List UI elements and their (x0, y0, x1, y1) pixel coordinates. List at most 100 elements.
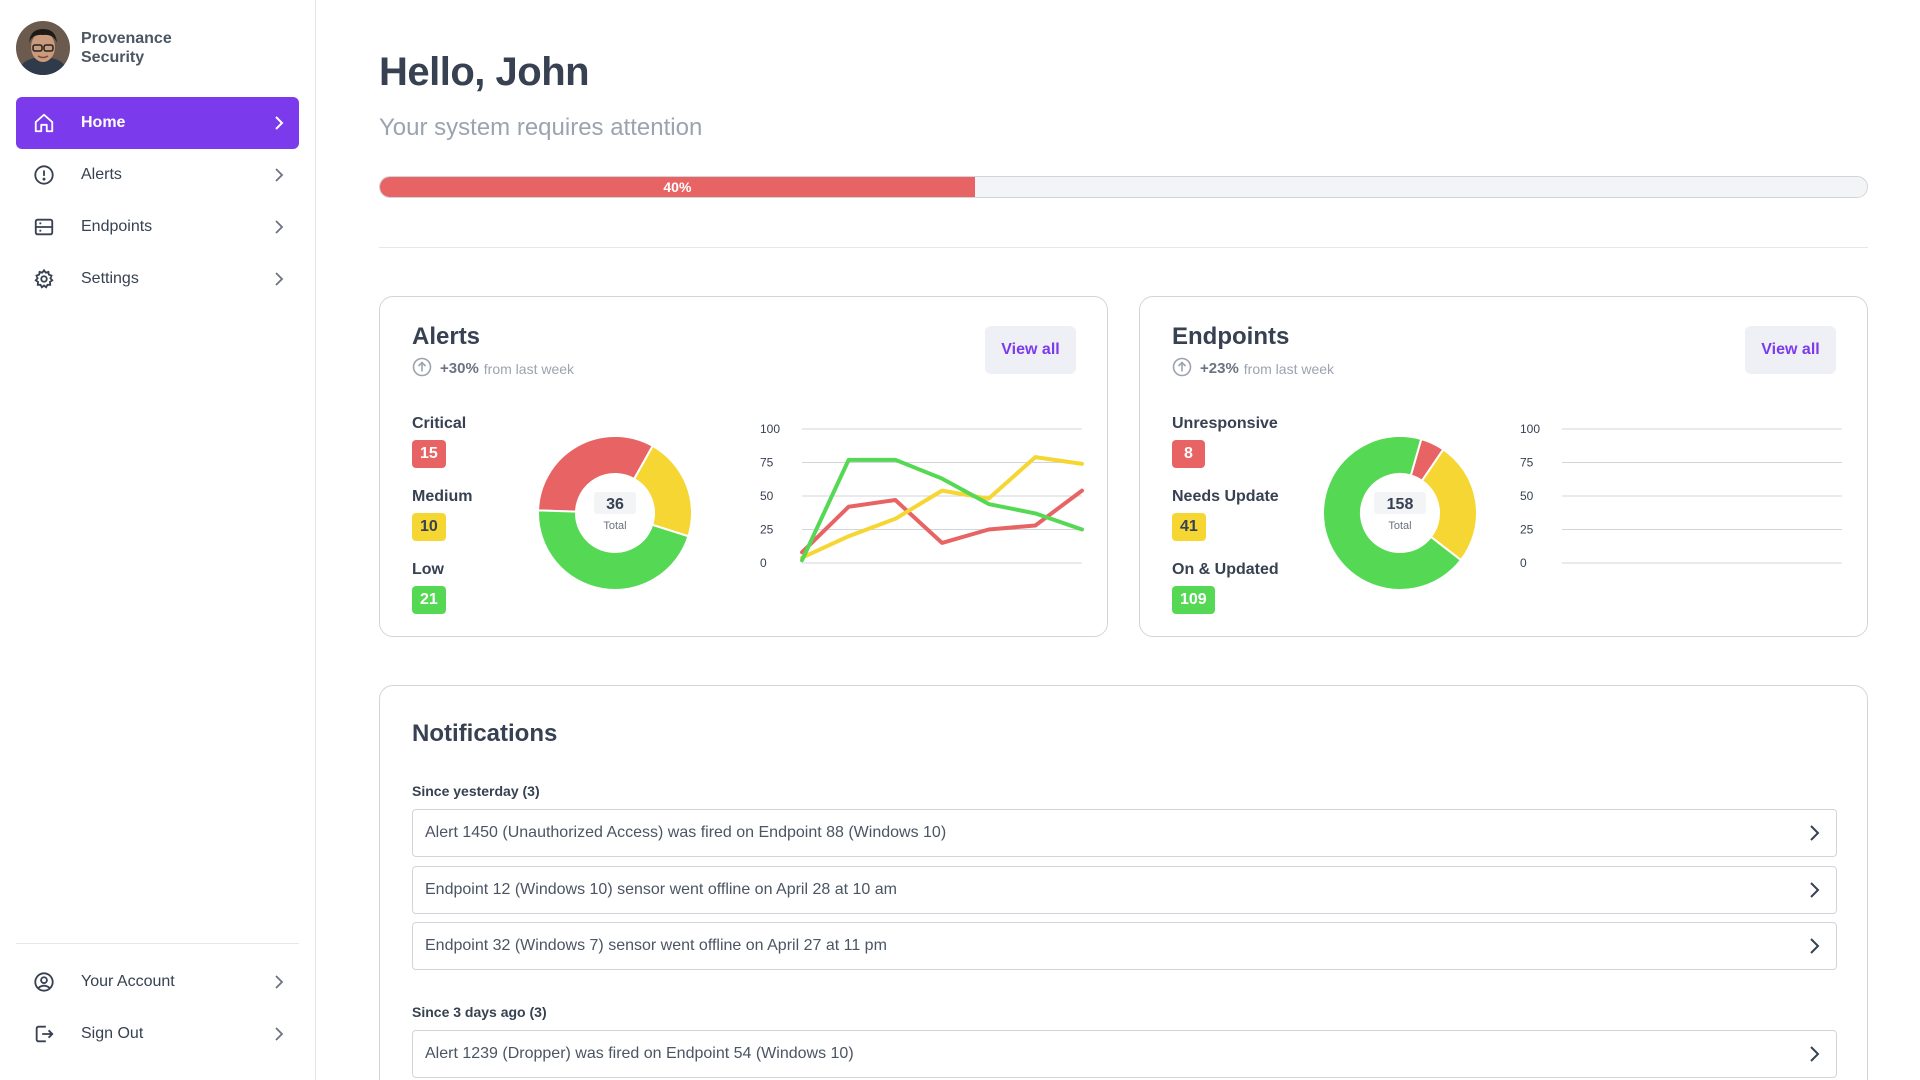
gear-icon (33, 268, 55, 290)
sidebar-item-label: Endpoints (81, 218, 153, 235)
y-tick-label: 25 (760, 523, 774, 537)
y-tick-label: 100 (760, 422, 780, 436)
endpoints-trend-pct: +23% (1200, 360, 1239, 377)
brand: Provenance Security (16, 20, 191, 76)
endpoints-trend: +23% from last week (1172, 357, 1334, 380)
divider (379, 247, 1868, 248)
count-badge: 41 (1172, 513, 1206, 541)
y-tick-label: 75 (760, 456, 774, 470)
alerts-donut-chart: 36 Total (537, 435, 693, 591)
y-tick-label: 75 (1520, 456, 1534, 470)
donut-total-value: 158 (1387, 496, 1414, 513)
legend-label: Medium (412, 488, 473, 505)
chevron-right-icon (270, 167, 286, 183)
endpoints-legend: Unresponsive 8 Needs Update 41 On & Upda… (1172, 415, 1279, 634)
home-icon (33, 112, 55, 134)
sidebar-item-settings[interactable]: Settings (16, 253, 299, 305)
legend-label: Unresponsive (1172, 415, 1278, 432)
arrow-up-circle-icon (1172, 357, 1192, 380)
page-subtitle: Your system requires attention (379, 114, 703, 141)
endpoints-view-all-button[interactable]: View all (1745, 326, 1836, 374)
brand-name: Provenance Security (81, 30, 172, 66)
alerts-trend: +30% from last week (412, 357, 574, 380)
sidebar-nav: Home Alerts Endpoints Settings (16, 97, 299, 305)
sidebar-item-label: Settings (81, 270, 139, 287)
series-line-0 (800, 488, 1084, 555)
sidebar: Provenance Security Home Alerts Endpoint… (0, 0, 316, 1080)
endpoints-line-chart: 0 25 50 75 100 (1520, 422, 1842, 570)
notification-item[interactable]: Alert 1239 (Dropper) was fired on Endpoi… (412, 1030, 1837, 1078)
notification-text: Endpoint 12 (Windows 10) sensor went off… (425, 881, 897, 898)
app: Provenance Security Home Alerts Endpoint… (0, 0, 1920, 1080)
endpoints-trend-text: from last week (1243, 360, 1335, 377)
y-tick-label: 0 (760, 556, 767, 570)
notification-group-label: Since 3 days ago (3) (412, 1004, 547, 1020)
legend-item-needs-update: Needs Update 41 (1172, 488, 1279, 561)
chevron-right-icon (270, 1026, 286, 1042)
sidebar-item-sign-out[interactable]: Sign Out (16, 1008, 299, 1060)
chevron-right-icon (270, 115, 286, 131)
sign-out-icon (33, 1023, 55, 1045)
alerts-legend: Critical 15 Medium 10 Low 21 (412, 415, 472, 634)
chevron-right-icon (270, 219, 286, 235)
alerts-card-title: Alerts (412, 323, 481, 350)
chevron-right-icon (1805, 881, 1823, 899)
endpoints-donut-chart: 158 Total (1322, 435, 1478, 591)
endpoints-card: Endpoints +23% from last week View all U… (1139, 296, 1868, 637)
legend-item-medium: Medium 10 (412, 488, 472, 561)
system-health-progress: 40% (379, 176, 1868, 198)
chevron-right-icon (1805, 937, 1823, 955)
sidebar-item-alerts[interactable]: Alerts (16, 149, 299, 201)
page-title: Hello, John (379, 50, 590, 94)
legend-item-critical: Critical 15 (412, 415, 472, 488)
y-tick-label: 50 (1520, 489, 1534, 503)
legend-item-unresponsive: Unresponsive 8 (1172, 415, 1279, 488)
alert-circle-icon (33, 164, 55, 186)
notification-item[interactable]: Alert 1450 (Unauthorized Access) was fir… (412, 809, 1837, 857)
sidebar-item-your-account[interactable]: Your Account (16, 956, 299, 1008)
notification-item[interactable]: Endpoint 12 (Windows 10) sensor went off… (412, 866, 1837, 914)
y-tick-label: 50 (760, 489, 774, 503)
count-badge: 10 (412, 513, 446, 541)
sidebar-item-label: Your Account (81, 973, 175, 990)
notification-group-label: Since yesterday (3) (412, 783, 540, 799)
server-icon (33, 216, 55, 238)
notification-text: Alert 1450 (Unauthorized Access) was fir… (425, 824, 947, 841)
notifications-title: Notifications (412, 720, 558, 747)
notifications-card: Notifications Since yesterday (3) Alert … (379, 685, 1868, 1080)
count-badge: 15 (412, 440, 446, 468)
progress-fill: 40% (380, 177, 975, 197)
chevron-right-icon (1805, 824, 1823, 842)
notification-text: Alert 1239 (Dropper) was fired on Endpoi… (425, 1045, 854, 1062)
notification-text: Endpoint 32 (Windows 7) sensor went offl… (425, 937, 887, 954)
y-tick-label: 25 (1520, 523, 1534, 537)
sidebar-item-endpoints[interactable]: Endpoints (16, 201, 299, 253)
donut-total-label: Total (603, 520, 626, 532)
donut-total-label: Total (1388, 520, 1411, 532)
count-badge: 109 (1172, 586, 1215, 614)
alerts-card: Alerts +30% from last week View all Crit… (379, 296, 1108, 637)
alerts-trend-pct: +30% (440, 360, 479, 377)
alerts-line-chart: 0 25 50 75 100 (760, 422, 1084, 570)
legend-item-low: Low 21 (412, 561, 472, 634)
sidebar-item-label: Sign Out (81, 1025, 144, 1042)
legend-label: Needs Update (1172, 488, 1279, 505)
chevron-right-icon (270, 271, 286, 287)
avatar[interactable] (16, 21, 70, 75)
y-tick-label: 100 (1520, 422, 1540, 436)
sidebar-bottom-nav: Your Account Sign Out (16, 943, 299, 1060)
count-badge: 8 (1172, 440, 1205, 468)
notification-item[interactable]: Endpoint 32 (Windows 7) sensor went offl… (412, 922, 1837, 970)
endpoints-card-title: Endpoints (1172, 323, 1290, 350)
sidebar-item-label: Home (81, 114, 126, 131)
legend-label: On & Updated (1172, 561, 1279, 578)
legend-item-on-updated: On & Updated 109 (1172, 561, 1279, 634)
alerts-trend-text: from last week (483, 360, 575, 377)
alerts-view-all-button[interactable]: View all (985, 326, 1076, 374)
sidebar-item-home[interactable]: Home (16, 97, 299, 149)
legend-label: Low (412, 561, 444, 578)
chevron-right-icon (1805, 1045, 1823, 1063)
legend-label: Critical (412, 415, 467, 432)
y-tick-label: 0 (1520, 556, 1527, 570)
count-badge: 21 (412, 586, 446, 614)
